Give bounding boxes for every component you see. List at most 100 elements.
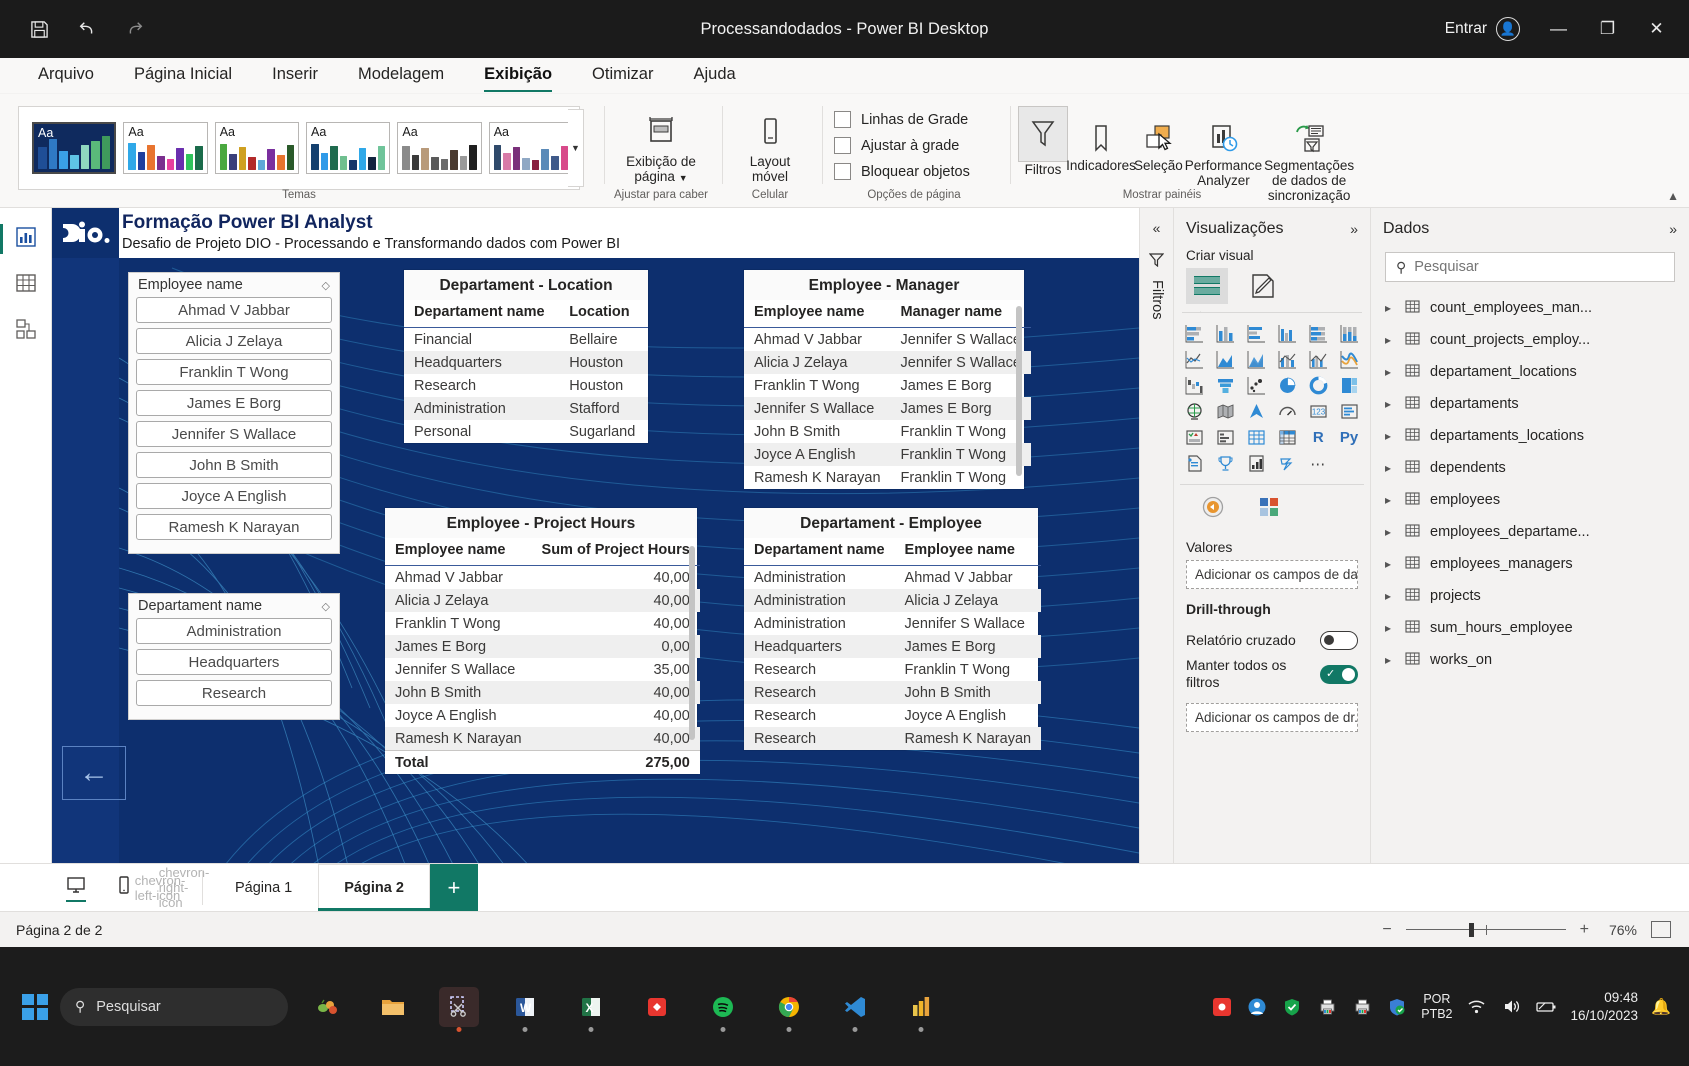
data-table-item[interactable]: ▸ employees (1371, 484, 1689, 516)
minimize-button[interactable]: — (1534, 0, 1583, 58)
rail-button-model-view[interactable] (0, 308, 52, 354)
clustered-bar-chart-icon[interactable] (1242, 321, 1272, 346)
tray-red-icon[interactable] (1211, 996, 1233, 1018)
slicer-item[interactable]: Joyce A English (136, 483, 332, 509)
data-search-box[interactable]: ⚲ (1385, 252, 1675, 282)
theme-card-1[interactable]: Aa (123, 122, 208, 174)
100-stacked-column-chart-icon[interactable] (1334, 321, 1364, 346)
checkbox-ajustar-a-grade[interactable]: Ajustar à grade (834, 137, 1004, 154)
chevron-right-icon[interactable]: ▸ (1385, 557, 1395, 571)
excel-icon[interactable]: X (571, 987, 611, 1032)
taskbar-search-box[interactable]: ⚲ Pesquisar (60, 987, 288, 1026)
data-table-item[interactable]: ▸ count_employees_man... (1371, 292, 1689, 324)
scatter-chart-icon[interactable] (1242, 373, 1272, 398)
employee-name-slicer[interactable]: Employee name ◇ Ahmad V Jabbar Alicia J … (128, 272, 340, 554)
checkbox-linhas-de-grade[interactable]: Linhas de Grade (834, 111, 1004, 128)
data-table-item[interactable]: ▸ dependents (1371, 452, 1689, 484)
next-page-button[interactable]: chevron-right-icon (159, 864, 210, 911)
values-field-well[interactable]: Adicionar os campos de da... (1186, 560, 1358, 589)
chevron-right-icon[interactable]: ▸ (1385, 301, 1395, 315)
tray-printer2-icon[interactable] (1351, 996, 1373, 1018)
gauge-icon[interactable] (1273, 399, 1303, 424)
employee-manager-table[interactable]: Employee - Manager Employee name Manager… (744, 270, 1031, 489)
weather-widget-icon[interactable] (307, 987, 347, 1027)
data-table-item[interactable]: ▸ employees_managers (1371, 548, 1689, 580)
theme-card-4[interactable]: Aa (397, 122, 482, 174)
funnel-chart-icon[interactable] (1211, 373, 1241, 398)
matrix-icon[interactable] (1273, 425, 1303, 450)
data-search-input[interactable] (1414, 259, 1664, 275)
data-table-item[interactable]: ▸ works_on (1371, 644, 1689, 676)
word-icon[interactable]: W (505, 987, 545, 1032)
volume-icon[interactable] (1501, 996, 1523, 1018)
chevron-right-icon[interactable]: ▸ (1385, 525, 1395, 539)
checkbox-bloquear-objetos[interactable]: Bloquear objetos (834, 163, 1004, 180)
azure-map-icon[interactable] (1242, 399, 1272, 424)
sign-in-button[interactable]: Entrar 👤 (1431, 17, 1534, 41)
zoom-in-button[interactable]: + (1580, 921, 1589, 939)
pie-chart-icon[interactable] (1273, 373, 1303, 398)
theme-card-0[interactable]: Aa (32, 122, 117, 174)
slicer-item[interactable]: Research (136, 680, 332, 706)
chevron-right-icon[interactable]: ▸ (1385, 653, 1395, 667)
donut-chart-icon[interactable] (1303, 373, 1333, 398)
card-icon[interactable]: 123 (1303, 399, 1333, 424)
chevron-right-icon[interactable]: ▸ (1385, 461, 1395, 475)
windows-start-icon[interactable] (22, 993, 48, 1020)
redo-icon[interactable] (120, 14, 150, 44)
line-clustered-column-chart-icon[interactable] (1303, 347, 1333, 372)
ribbon-tab-arquivo[interactable]: Arquivo (20, 58, 112, 93)
keep-all-filters-toggle[interactable]: ✓ (1320, 664, 1358, 684)
slicer-item[interactable]: Administration (136, 618, 332, 644)
pane-button-selecao[interactable]: Seleção (1134, 106, 1183, 173)
spotify-icon[interactable] (703, 987, 743, 1032)
bell-icon[interactable]: 🔔 (1651, 997, 1671, 1017)
page-view-button[interactable]: Exibição de página ▼ (606, 104, 716, 188)
slicer-item[interactable]: Alicia J Zelaya (136, 328, 332, 354)
themes-dropdown-button[interactable]: ▼ (568, 109, 584, 187)
file-explorer-icon[interactable] (373, 987, 413, 1027)
expand-visualizations-button[interactable]: » (1350, 221, 1358, 237)
slicer-item[interactable]: Ahmad V Jabbar (136, 297, 332, 323)
table-icon[interactable] (1242, 425, 1272, 450)
stacked-area-chart-icon[interactable] (1242, 347, 1272, 372)
slicer-item[interactable]: Ramesh K Narayan (136, 514, 332, 540)
line-chart-icon[interactable] (1180, 347, 1210, 372)
expand-data-pane-button[interactable]: » (1669, 221, 1677, 237)
slicer-icon[interactable] (1211, 425, 1241, 450)
phone-view-button[interactable] (100, 864, 148, 911)
drillthrough-field-well[interactable]: Adicionar os campos de dr... (1186, 703, 1358, 732)
kpi-icon[interactable] (1180, 425, 1210, 450)
departament-location-table[interactable]: Departament - Location Departament name … (404, 270, 648, 443)
treemap-icon[interactable] (1334, 373, 1364, 398)
rail-button-table-view[interactable] (0, 262, 52, 308)
waterfall-chart-icon[interactable] (1180, 373, 1210, 398)
area-chart-icon[interactable] (1211, 347, 1241, 372)
stacked-bar-chart-icon[interactable] (1180, 321, 1210, 346)
theme-card-2[interactable]: Aa (214, 122, 300, 174)
maximize-button[interactable]: ❐ (1583, 0, 1632, 58)
data-table-item[interactable]: ▸ projects (1371, 580, 1689, 612)
pane-button-indicadores[interactable]: Indicadores (1066, 106, 1136, 173)
slicer-item[interactable]: James E Borg (136, 390, 332, 416)
save-icon[interactable] (24, 14, 54, 44)
adobe-icon[interactable] (637, 987, 677, 1027)
departament-name-slicer[interactable]: Departament name ◇ Administration Headqu… (128, 593, 340, 720)
chevron-right-icon[interactable]: ▸ (1385, 493, 1395, 507)
build-format-icon[interactable] (1242, 268, 1284, 304)
format-paint-icon[interactable] (1192, 489, 1234, 525)
slicer-item[interactable]: Jennifer S Wallace (136, 421, 332, 447)
line-stacked-column-chart-icon[interactable] (1273, 347, 1303, 372)
chevron-right-icon[interactable]: ▸ (1385, 365, 1395, 379)
python-visual-icon[interactable]: Py (1334, 425, 1364, 450)
ribbon-tab-exibicao[interactable]: Exibição (466, 58, 570, 93)
more-options-icon[interactable]: ⋯ (1303, 451, 1333, 476)
departament-employee-table[interactable]: Departament - Employee Departament name … (744, 508, 1042, 750)
vscode-icon[interactable] (835, 987, 875, 1032)
data-table-item[interactable]: ▸ sum_hours_employee (1371, 612, 1689, 644)
clustered-column-chart-icon[interactable] (1273, 321, 1303, 346)
zoom-out-button[interactable]: − (1382, 921, 1391, 939)
map-icon[interactable] (1180, 399, 1210, 424)
visual-scrollbar[interactable] (1016, 306, 1022, 476)
chevron-right-icon[interactable]: ▸ (1385, 429, 1395, 443)
